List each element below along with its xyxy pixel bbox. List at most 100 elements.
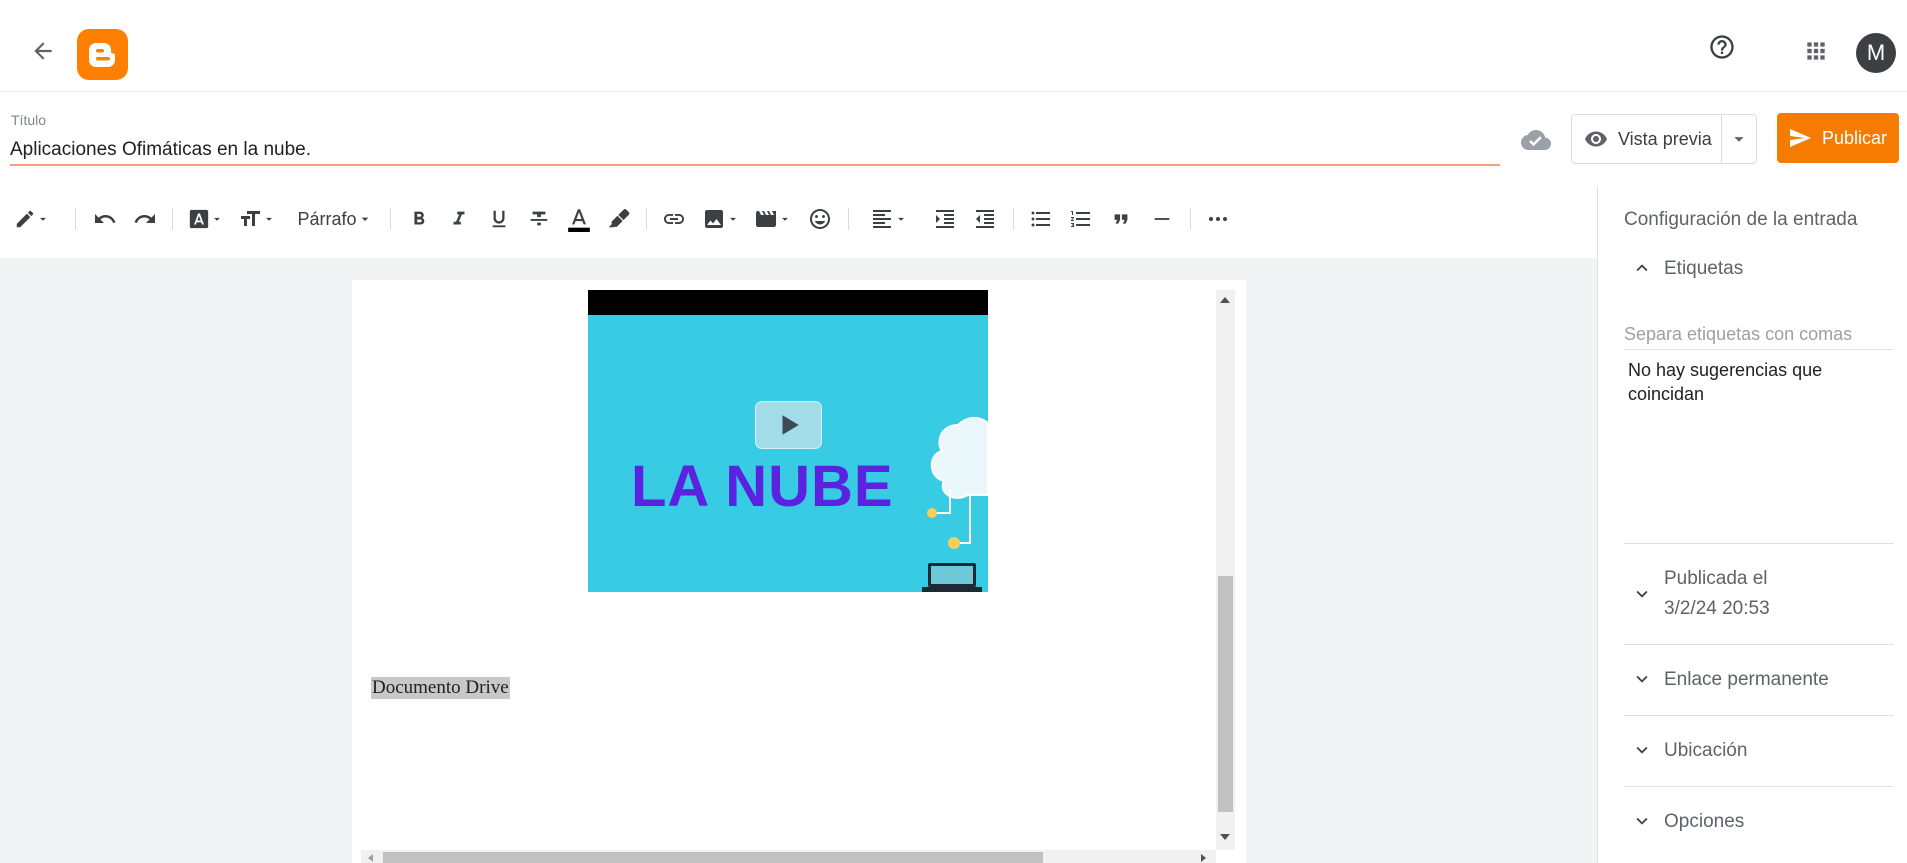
insert-video-button[interactable] bbox=[752, 202, 794, 236]
formatting-toolbar: Párrafo bbox=[0, 186, 1597, 258]
align-button[interactable] bbox=[868, 202, 910, 236]
labels-toggle[interactable]: Etiquetas bbox=[1624, 254, 1894, 284]
embedded-video[interactable]: LA NUBE bbox=[588, 290, 988, 592]
underline-icon bbox=[492, 210, 506, 228]
scroll-thumb[interactable] bbox=[1218, 576, 1233, 812]
font-button[interactable] bbox=[186, 202, 226, 236]
strikethrough-button[interactable] bbox=[522, 202, 556, 236]
toolbar-separator bbox=[848, 208, 849, 230]
numbered-list-button[interactable] bbox=[1064, 202, 1098, 236]
preview-button[interactable]: Vista previa bbox=[1572, 115, 1722, 163]
compose-mode-button[interactable] bbox=[10, 202, 54, 236]
title-label: Título bbox=[11, 112, 47, 128]
text-size-button[interactable] bbox=[237, 202, 277, 236]
movie-icon bbox=[756, 211, 776, 227]
text-color-button[interactable] bbox=[562, 202, 596, 236]
avatar[interactable]: M bbox=[1856, 33, 1896, 73]
quote-icon bbox=[1114, 214, 1128, 224]
scroll-thumb[interactable] bbox=[383, 852, 1043, 863]
redo-button[interactable] bbox=[128, 202, 162, 236]
chevron-up-icon bbox=[1636, 264, 1648, 272]
bold-icon bbox=[414, 211, 425, 225]
underline-button[interactable] bbox=[482, 202, 516, 236]
back-button[interactable] bbox=[22, 30, 64, 72]
horizontal-rule-button[interactable] bbox=[1145, 202, 1179, 236]
apps-grid-icon bbox=[1807, 42, 1825, 60]
paragraph-label: Párrafo bbox=[297, 208, 357, 229]
location-label: Ubicación bbox=[1664, 740, 1748, 761]
insert-image-button[interactable] bbox=[701, 202, 741, 236]
publish-button[interactable]: Publicar bbox=[1777, 113, 1899, 163]
selected-text[interactable]: Documento Drive bbox=[371, 677, 510, 699]
post-settings-sidebar: Configuración de la entrada Etiquetas No… bbox=[1597, 186, 1907, 863]
outdent-button[interactable] bbox=[968, 202, 1002, 236]
cloud-illustration-icon bbox=[922, 417, 988, 592]
arrow-drop-down-icon bbox=[40, 217, 46, 221]
scroll-up-arrow-icon[interactable] bbox=[1220, 297, 1230, 303]
font-icon bbox=[189, 209, 209, 229]
arrow-drop-down-icon bbox=[898, 217, 904, 221]
quote-button[interactable] bbox=[1104, 202, 1138, 236]
undo-button[interactable] bbox=[88, 202, 122, 236]
help-button[interactable] bbox=[1705, 30, 1739, 64]
title-input[interactable] bbox=[10, 140, 1500, 166]
bulleted-list-button[interactable] bbox=[1024, 202, 1058, 236]
play-button[interactable] bbox=[755, 401, 822, 449]
preview-label: Vista previa bbox=[1618, 128, 1712, 149]
insert-link-button[interactable] bbox=[657, 202, 691, 236]
arrow-drop-down-icon bbox=[361, 217, 368, 221]
scroll-down-arrow-icon[interactable] bbox=[1220, 834, 1230, 840]
emoji-icon bbox=[810, 209, 830, 229]
toolbar-separator bbox=[390, 208, 391, 230]
published-section: Publicada el 3/2/24 20:53 bbox=[1624, 564, 1894, 624]
paragraph-style-dropdown[interactable]: Párrafo bbox=[292, 202, 378, 236]
more-options-button[interactable] bbox=[1201, 202, 1235, 236]
italic-icon bbox=[453, 211, 465, 225]
bold-button[interactable] bbox=[402, 202, 436, 236]
arrow-drop-down-icon bbox=[1734, 137, 1744, 142]
permalink-section: Enlace permanente bbox=[1624, 665, 1894, 695]
toolbar-separator bbox=[172, 208, 173, 230]
apps-button[interactable] bbox=[1799, 34, 1833, 68]
title-row: Título Vista previa Publicar bbox=[0, 92, 1907, 186]
toolbar-separator bbox=[1013, 208, 1014, 230]
options-label: Opciones bbox=[1664, 811, 1745, 832]
italic-button[interactable] bbox=[442, 202, 476, 236]
blogger-logo[interactable] bbox=[77, 29, 128, 80]
more-horizontal-icon bbox=[1209, 217, 1227, 221]
published-toggle[interactable]: Publicada el 3/2/24 20:53 bbox=[1624, 564, 1894, 624]
highlighter-icon bbox=[608, 209, 630, 228]
insert-emoji-button[interactable] bbox=[803, 202, 837, 236]
arrow-drop-down-icon bbox=[266, 217, 272, 221]
blogger-icon bbox=[88, 42, 115, 67]
chevron-down-icon bbox=[1636, 817, 1648, 825]
highlight-button[interactable] bbox=[602, 202, 636, 236]
horizontal-scrollbar[interactable] bbox=[361, 850, 1216, 863]
toolbar-separator bbox=[75, 208, 76, 230]
top-bar: M bbox=[0, 0, 1907, 92]
options-toggle[interactable]: Opciones bbox=[1624, 807, 1894, 837]
arrow-drop-down-icon bbox=[214, 217, 220, 221]
arrow-back-icon bbox=[34, 42, 52, 60]
horizontal-rule-icon bbox=[1154, 218, 1170, 220]
options-section: Opciones bbox=[1624, 807, 1894, 837]
labels-section: Etiquetas bbox=[1624, 254, 1894, 284]
location-section: Ubicación bbox=[1624, 736, 1894, 766]
publish-label: Publicar bbox=[1822, 127, 1888, 148]
indent-increase-icon bbox=[936, 210, 954, 228]
no-suggestions-text: No hay sugerencias que coincidan bbox=[1628, 360, 1823, 404]
vertical-scrollbar[interactable] bbox=[1216, 290, 1235, 850]
preview-dropdown-button[interactable] bbox=[1722, 115, 1756, 163]
scroll-right-arrow-icon[interactable] bbox=[1201, 854, 1206, 862]
align-left-icon bbox=[873, 210, 891, 228]
send-icon bbox=[1790, 129, 1811, 147]
location-toggle[interactable]: Ubicación bbox=[1624, 736, 1894, 766]
indent-button[interactable] bbox=[928, 202, 962, 236]
arrow-drop-down-icon bbox=[730, 217, 736, 221]
labels-title: Etiquetas bbox=[1664, 258, 1744, 279]
scroll-left-arrow-icon[interactable] bbox=[368, 854, 373, 862]
permalink-label: Enlace permanente bbox=[1664, 669, 1829, 690]
labels-input[interactable] bbox=[1624, 320, 1894, 350]
permalink-toggle[interactable]: Enlace permanente bbox=[1624, 665, 1894, 695]
sidebar-heading: Configuración de la entrada bbox=[1624, 209, 1858, 230]
